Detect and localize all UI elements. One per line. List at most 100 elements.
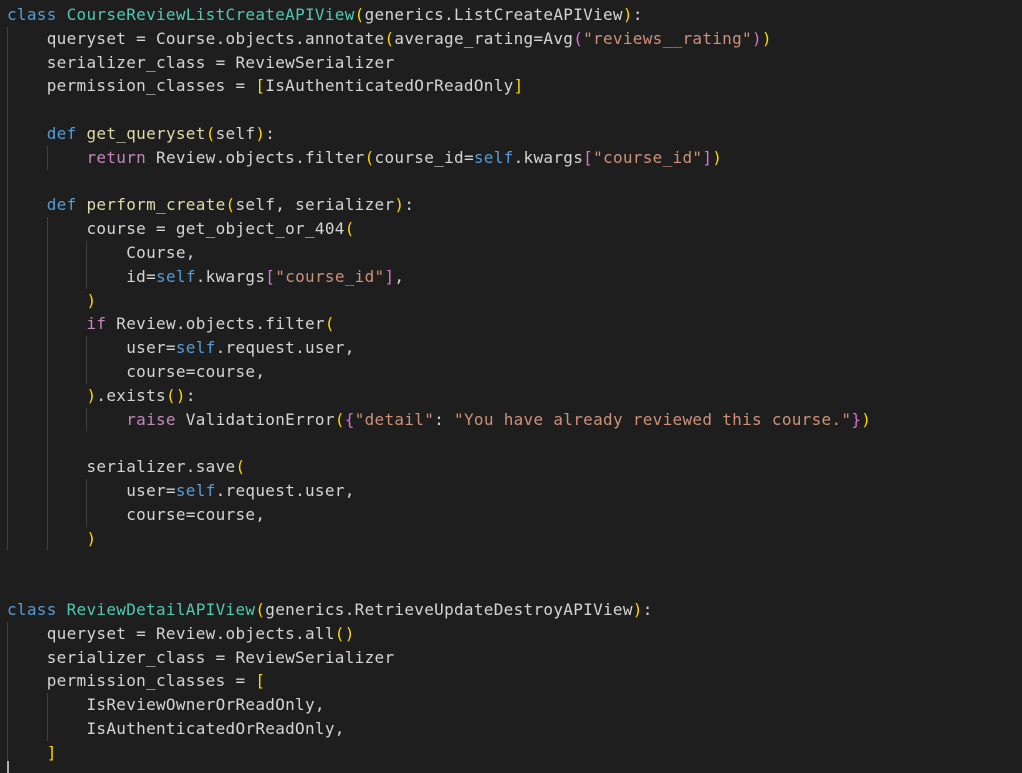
indent-guide xyxy=(7,50,8,75)
code-token: IsReviewOwnerOrReadOnly, xyxy=(86,695,325,715)
code-line[interactable]: user=self.request.user, xyxy=(7,478,871,503)
indent-guide xyxy=(7,478,8,503)
code-line[interactable]: ).exists(): xyxy=(7,383,871,408)
indent-guide xyxy=(86,478,88,503)
code-line[interactable]: if Review.objects.filter( xyxy=(7,312,871,337)
code-line[interactable]: course=course, xyxy=(7,502,871,527)
code-token: raise xyxy=(126,409,176,429)
indent-guide xyxy=(86,240,88,265)
code-token: ( xyxy=(573,28,584,48)
code-token: ) xyxy=(394,195,405,215)
code-token: id= xyxy=(126,266,157,286)
code-line[interactable] xyxy=(7,431,871,456)
code-line[interactable]: Course, xyxy=(7,240,871,265)
code-token: Review.objects.filter xyxy=(106,314,325,334)
code-line[interactable]: class ReviewDetailAPIView(generics.Retri… xyxy=(7,598,871,622)
code-token: class xyxy=(7,599,57,619)
indent-guide xyxy=(46,264,48,289)
code-line[interactable]: course = get_object_or_404( xyxy=(7,217,871,241)
indent-guide xyxy=(7,145,8,170)
indent-guide xyxy=(7,621,8,646)
code-line[interactable]: user=self.request.user, xyxy=(7,336,871,360)
code-token: ValidationError xyxy=(175,409,335,429)
code-token: [ xyxy=(265,266,276,286)
code-line[interactable]: serializer_class = ReviewSerializer xyxy=(7,645,871,670)
code-line[interactable]: serializer.save( xyxy=(7,455,871,479)
code-token: ] xyxy=(46,742,57,762)
code-token: [ xyxy=(255,76,266,96)
code-token: ( xyxy=(205,123,216,143)
code-line[interactable]: serializer_class = ReviewSerializer xyxy=(7,50,871,75)
code-token: ( xyxy=(255,599,266,619)
code-area[interactable]: class CourseReviewListCreateAPIView(gene… xyxy=(7,3,871,765)
indent-guide xyxy=(7,74,8,99)
code-token: .request.user, xyxy=(215,480,355,500)
indent-guide xyxy=(46,312,48,337)
code-line[interactable]: permission_classes = [ xyxy=(7,669,871,694)
code-line[interactable] xyxy=(7,169,871,194)
code-line[interactable]: ) xyxy=(7,288,871,313)
code-line[interactable]: id=self.kwargs["course_id"], xyxy=(7,264,871,289)
code-token: : xyxy=(434,409,455,429)
code-line[interactable]: return Review.objects.filter(course_id=s… xyxy=(7,145,871,170)
indent-guide xyxy=(7,98,8,122)
code-line[interactable]: raise ValidationError({"detail": "You ha… xyxy=(7,407,871,432)
indent-guide xyxy=(7,217,8,241)
code-line[interactable] xyxy=(7,98,871,122)
code-token: CourseReviewListCreateAPIView xyxy=(66,5,355,24)
indent-guide xyxy=(46,455,48,479)
code-token: class xyxy=(7,5,57,24)
indent-guide xyxy=(46,407,48,432)
code-editor[interactable]: class CourseReviewListCreateAPIView(gene… xyxy=(0,0,1022,773)
indent-guide xyxy=(46,383,48,408)
code-token: ) xyxy=(761,28,772,48)
code-token: user= xyxy=(126,338,176,358)
code-token: ) xyxy=(632,599,643,619)
indent-guide xyxy=(7,502,8,527)
code-token: ( xyxy=(354,5,365,24)
code-token: ) xyxy=(86,385,97,405)
code-token: () xyxy=(334,623,355,643)
code-line[interactable]: IsReviewOwnerOrReadOnly, xyxy=(7,693,871,717)
code-token: ] xyxy=(384,266,395,286)
code-line[interactable]: course=course, xyxy=(7,359,871,384)
code-line[interactable]: IsAuthenticatedOrReadOnly, xyxy=(7,716,871,741)
code-line[interactable]: ] xyxy=(7,740,871,765)
indent-guide xyxy=(86,407,88,432)
code-line[interactable]: queryset = Review.objects.all() xyxy=(7,621,871,646)
indent-guide xyxy=(7,264,8,289)
indent-guide xyxy=(7,240,8,265)
code-line[interactable]: ) xyxy=(7,526,871,551)
code-token: { xyxy=(344,409,355,429)
indent-guide xyxy=(7,26,8,51)
indent-guide xyxy=(7,716,8,741)
code-line[interactable] xyxy=(7,574,871,598)
indent-guide xyxy=(7,336,8,360)
code-line[interactable]: def get_queryset(self): xyxy=(7,121,871,146)
code-token: average_rating=Avg xyxy=(394,28,574,48)
indent-guide xyxy=(7,407,8,432)
code-token: ( xyxy=(384,28,395,48)
code-token: serializer.save xyxy=(86,457,236,477)
indent-guide xyxy=(46,359,48,384)
indent-guide xyxy=(46,526,48,551)
code-line[interactable]: queryset = Course.objects.annotate(avera… xyxy=(7,26,871,51)
text-cursor xyxy=(7,761,9,773)
code-line[interactable]: def perform_create(self, serializer): xyxy=(7,193,871,218)
code-line[interactable] xyxy=(7,550,871,574)
code-line[interactable]: permission_classes = [IsAuthenticatedOrR… xyxy=(7,74,871,99)
code-line[interactable]: class CourseReviewListCreateAPIView(gene… xyxy=(7,3,871,27)
code-token: perform_create xyxy=(86,195,226,215)
indent-guide xyxy=(46,240,48,265)
indent-guide xyxy=(7,312,8,337)
code-token: .kwargs xyxy=(195,266,266,286)
